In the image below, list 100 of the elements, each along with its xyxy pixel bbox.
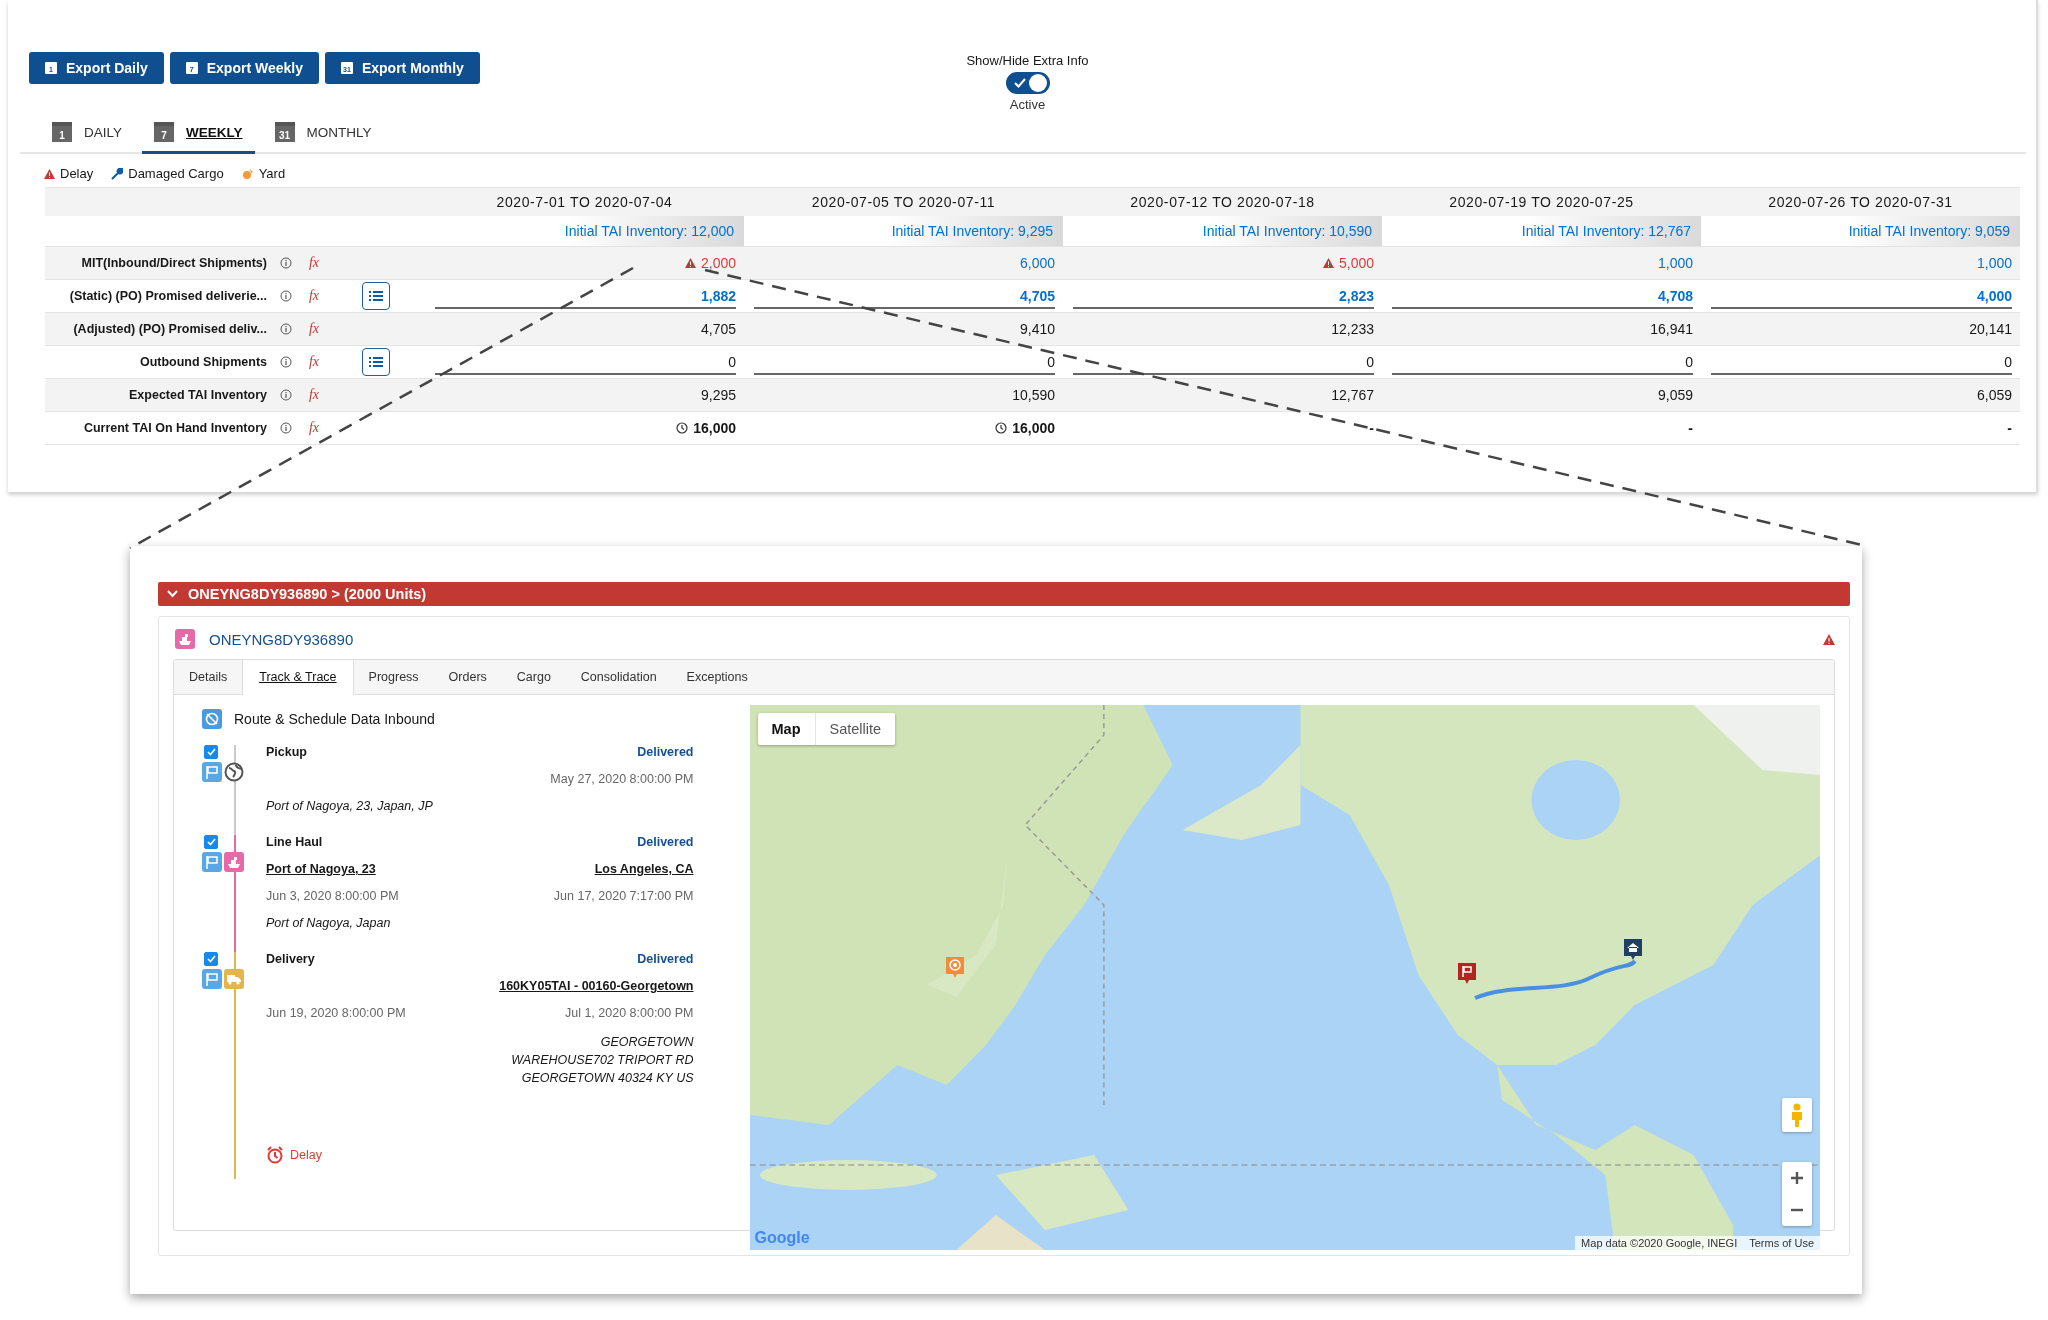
value-field[interactable]: 4,705: [754, 287, 1055, 309]
value-field[interactable]: 4,000: [1711, 287, 2012, 309]
row-label: MIT(Inbound/Direct Shipments): [80, 256, 268, 270]
calendar-icon: 31: [274, 122, 295, 142]
column-header: 2020-07-26 TO 2020-07-31: [1767, 193, 1954, 212]
value-field[interactable]: 0: [754, 353, 1055, 375]
formula-icon[interactable]: fx: [308, 255, 320, 271]
period-tab[interactable]: 7 WEEKLY: [142, 114, 255, 154]
plus-icon: [1790, 1171, 1804, 1185]
value-field[interactable]: 0: [1392, 353, 1693, 375]
formula-icon[interactable]: fx: [308, 354, 320, 370]
ship-icon: [224, 852, 244, 872]
map-type-button[interactable]: Satellite: [815, 713, 896, 745]
calendar-icon: 1: [52, 122, 72, 142]
map-attribution: Map data ©2020 Google, INEGI: [1581, 1237, 1738, 1249]
stop-date: Jul 1, 2020 8:00:00 PM: [564, 1006, 694, 1020]
target-pin-icon[interactable]: [943, 955, 966, 979]
formula-icon[interactable]: fx: [308, 387, 320, 403]
list-button[interactable]: [362, 282, 390, 310]
value-field[interactable]: 0: [435, 353, 736, 375]
info-icon[interactable]: [280, 257, 292, 269]
flag-pin-icon[interactable]: [1455, 961, 1478, 985]
table-cell-text: 16,941: [1649, 321, 1693, 337]
table-cell-text: 6,059: [1975, 387, 2012, 403]
yard-icon: [241, 167, 254, 180]
value-field[interactable]: 0: [1711, 353, 2012, 375]
detail-tab[interactable]: Cargo: [501, 660, 566, 694]
map-type-button[interactable]: Map: [757, 713, 816, 745]
ship-icon: [175, 629, 195, 649]
detail-tab[interactable]: Orders: [433, 660, 502, 694]
checkbox[interactable]: [204, 952, 218, 966]
table-cell-text: 1,000: [1975, 255, 2012, 271]
warning-icon: [44, 168, 55, 179]
table-cell-text: 12,233: [1330, 321, 1374, 337]
info-icon[interactable]: [280, 323, 292, 335]
checkbox[interactable]: [204, 835, 218, 849]
formula-icon[interactable]: fx: [308, 288, 320, 304]
section-title: Route & Schedule Data Inbound: [234, 711, 435, 727]
stop-date: Jun 17, 2020 7:17:00 PM: [553, 889, 694, 903]
flag-icon: [202, 762, 222, 782]
detail-tab[interactable]: Exceptions: [671, 660, 763, 694]
stop-address: Port of Nagoya, Japan: [266, 916, 391, 930]
map-logo: Google: [754, 1229, 810, 1247]
calendar-icon: 7: [154, 122, 174, 142]
shipment-title[interactable]: ONEYNG8DY936890: [209, 630, 354, 648]
table-cell-text: 1,000: [1656, 255, 1693, 271]
formula-icon[interactable]: fx: [308, 321, 320, 337]
legend-label: Delay: [60, 166, 94, 181]
detail-tab[interactable]: Consolidation: [565, 660, 672, 694]
shipment-header-bar[interactable]: ONEYNG8DY936890 > (2000 Units): [158, 582, 1850, 606]
period-tab[interactable]: 31 MONTHLY: [262, 114, 384, 154]
location-link[interactable]: 160KY05TAI - 00160-Georgetown: [499, 979, 694, 993]
check-icon: [1013, 78, 1026, 88]
period-tab[interactable]: 1 DAILY: [40, 114, 134, 154]
stop-address: GEORGETOWN WAREHOUSE702 TRIPORT RD GEORGETOWN 40324 KY US: [510, 1034, 694, 1088]
detail-tab[interactable]: Track & Trace: [242, 660, 354, 695]
wrench-icon: [111, 167, 124, 180]
table-cell-text: -: [1687, 420, 1693, 436]
home-pin-icon[interactable]: [1621, 937, 1644, 961]
table-cell: 16,000: [754, 420, 1055, 436]
terms-link[interactable]: Terms of Use: [1749, 1237, 1814, 1249]
location-link[interactable]: Port of Nagoya, 23: [266, 862, 376, 876]
stop-address: Port of Nagoya, 23, Japan, JP: [266, 799, 433, 813]
detail-tab[interactable]: Progress: [353, 660, 434, 694]
toggle-label: Show/Hide Extra Info: [966, 53, 1089, 68]
info-icon[interactable]: [280, 389, 292, 401]
row-label: Outbound Shipments: [138, 355, 268, 369]
clock-icon: [676, 422, 689, 434]
location-link[interactable]: Los Angeles, CA: [594, 862, 694, 876]
info-icon[interactable]: [280, 356, 292, 368]
row-label: Expected TAI Inventory: [128, 388, 268, 402]
value-field[interactable]: 2,823: [1073, 287, 1374, 309]
row-label: (Adjusted) (PO) Promised deliv...: [72, 322, 268, 336]
stop-date: Jun 3, 2020 8:00:00 PM: [266, 889, 399, 903]
list-button[interactable]: [362, 348, 390, 376]
checkbox[interactable]: [204, 745, 218, 759]
value-field[interactable]: 1,882: [435, 287, 736, 309]
column-header: 2020-07-05 TO 2020-07-11: [810, 193, 997, 212]
info-icon[interactable]: [280, 290, 292, 302]
info-icon[interactable]: [280, 422, 292, 434]
legend-label: Damaged Cargo: [128, 166, 224, 181]
clock-icon: [995, 422, 1008, 434]
table-cell-text: -: [1368, 420, 1374, 436]
list-icon: [369, 356, 383, 368]
formula-icon[interactable]: fx: [308, 420, 320, 436]
stop-name: Line Haul: [266, 835, 324, 849]
value-field[interactable]: 0: [1073, 353, 1374, 375]
table-cell-text: 9,410: [1018, 321, 1055, 337]
flag-icon: [202, 969, 222, 989]
table-cell-text: -: [2006, 420, 2012, 436]
table-cell: 5,000: [1073, 255, 1374, 271]
table-cell-text: 12,767: [1330, 387, 1374, 403]
truck-icon: [224, 969, 244, 989]
column-header: 2020-7-01 TO 2020-07-04: [495, 193, 674, 212]
toggle-switch[interactable]: [1005, 72, 1050, 94]
table-cell-text: 9,295: [699, 387, 736, 403]
detail-tab[interactable]: Details: [174, 660, 243, 694]
column-header: 2020-07-19 TO 2020-07-25: [1448, 193, 1635, 212]
table-cell: 16,000: [435, 420, 736, 436]
value-field[interactable]: 4,708: [1392, 287, 1693, 309]
